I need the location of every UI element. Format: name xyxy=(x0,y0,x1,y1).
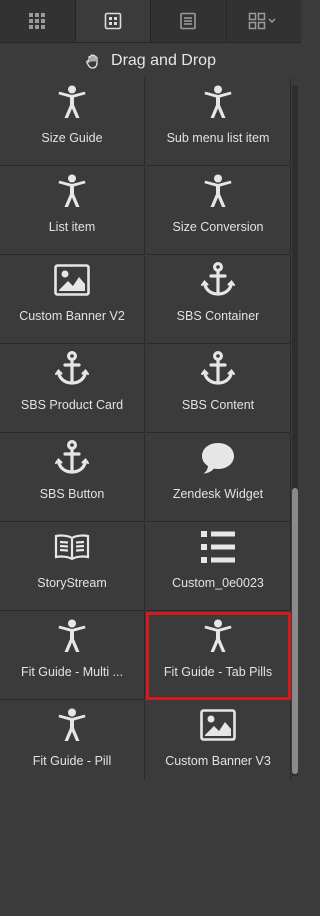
block-item[interactable]: List item xyxy=(0,167,145,255)
speech-bubble-icon xyxy=(200,438,236,478)
block-label: Zendesk Widget xyxy=(172,487,264,501)
block-item[interactable]: Fit Guide - Multi ... xyxy=(0,612,145,700)
tab-blocks[interactable] xyxy=(75,0,151,42)
image-icon xyxy=(200,705,236,745)
hand-icon xyxy=(85,53,101,69)
block-label: Custom Banner V2 xyxy=(19,309,125,323)
block-label: Fit Guide - Pill xyxy=(32,754,112,768)
tab-layers[interactable] xyxy=(151,0,227,42)
block-item[interactable]: Size Conversion xyxy=(146,167,291,255)
block-label: Fit Guide - Tab Pills xyxy=(163,665,273,679)
block-label: Custom Banner V3 xyxy=(165,754,271,768)
block-label: SBS Button xyxy=(39,487,105,501)
block-item[interactable]: Custom_0e0023 xyxy=(146,523,291,611)
block-item[interactable]: SBS Container xyxy=(146,256,291,344)
block-label: Size Guide xyxy=(41,131,103,145)
block-item[interactable]: Fit Guide - Tab Pills xyxy=(146,612,291,700)
block-item[interactable]: SBS Product Card xyxy=(0,345,145,433)
panel-title: Drag and Drop xyxy=(111,52,216,69)
block-label: Fit Guide - Multi ... xyxy=(20,665,124,679)
person-icon xyxy=(57,82,87,122)
person-icon xyxy=(203,616,233,656)
person-icon xyxy=(203,82,233,122)
person-icon xyxy=(57,171,87,211)
block-label: Size Conversion xyxy=(172,220,264,234)
layers-list-icon xyxy=(179,12,197,30)
block-label: SBS Content xyxy=(181,398,255,412)
blocks-icon xyxy=(104,12,122,30)
image-icon xyxy=(54,260,90,300)
block-item[interactable]: Size Guide xyxy=(0,78,145,166)
tab-view-options[interactable] xyxy=(226,0,301,42)
scrollbar-thumb[interactable] xyxy=(292,488,298,774)
block-item[interactable]: StoryStream xyxy=(0,523,145,611)
book-icon xyxy=(54,527,90,567)
anchor-icon xyxy=(201,260,235,300)
block-label: List item xyxy=(48,220,96,234)
tab-apps[interactable] xyxy=(0,0,76,42)
apps-grid-icon xyxy=(28,12,46,30)
anchor-icon xyxy=(201,349,235,389)
panel-tabs xyxy=(0,0,301,43)
block-label: SBS Container xyxy=(176,309,260,323)
block-item[interactable]: Fit Guide - Pill xyxy=(0,701,145,780)
anchor-icon xyxy=(55,349,89,389)
person-icon xyxy=(57,705,87,745)
list-icon xyxy=(200,527,236,567)
person-icon xyxy=(203,171,233,211)
block-item[interactable]: Custom Banner V2 xyxy=(0,256,145,344)
block-item[interactable]: Sub menu list item xyxy=(146,78,291,166)
person-icon xyxy=(57,616,87,656)
panel-header: Drag and Drop xyxy=(0,44,301,78)
block-item[interactable]: Custom Banner V3 xyxy=(146,701,291,780)
block-label: SBS Product Card xyxy=(20,398,124,412)
block-item[interactable]: Zendesk Widget xyxy=(146,434,291,522)
block-label: StoryStream xyxy=(37,576,107,590)
anchor-icon xyxy=(55,438,89,478)
block-label: Custom_0e0023 xyxy=(172,576,264,590)
block-item[interactable]: SBS Button xyxy=(0,434,145,522)
view-options-icon xyxy=(248,12,280,30)
blocks-scroll-area[interactable]: Size Guide Sub menu list item List item Siz… xyxy=(0,78,292,780)
block-item[interactable]: SBS Content xyxy=(146,345,291,433)
block-label: Sub menu list item xyxy=(166,131,270,145)
